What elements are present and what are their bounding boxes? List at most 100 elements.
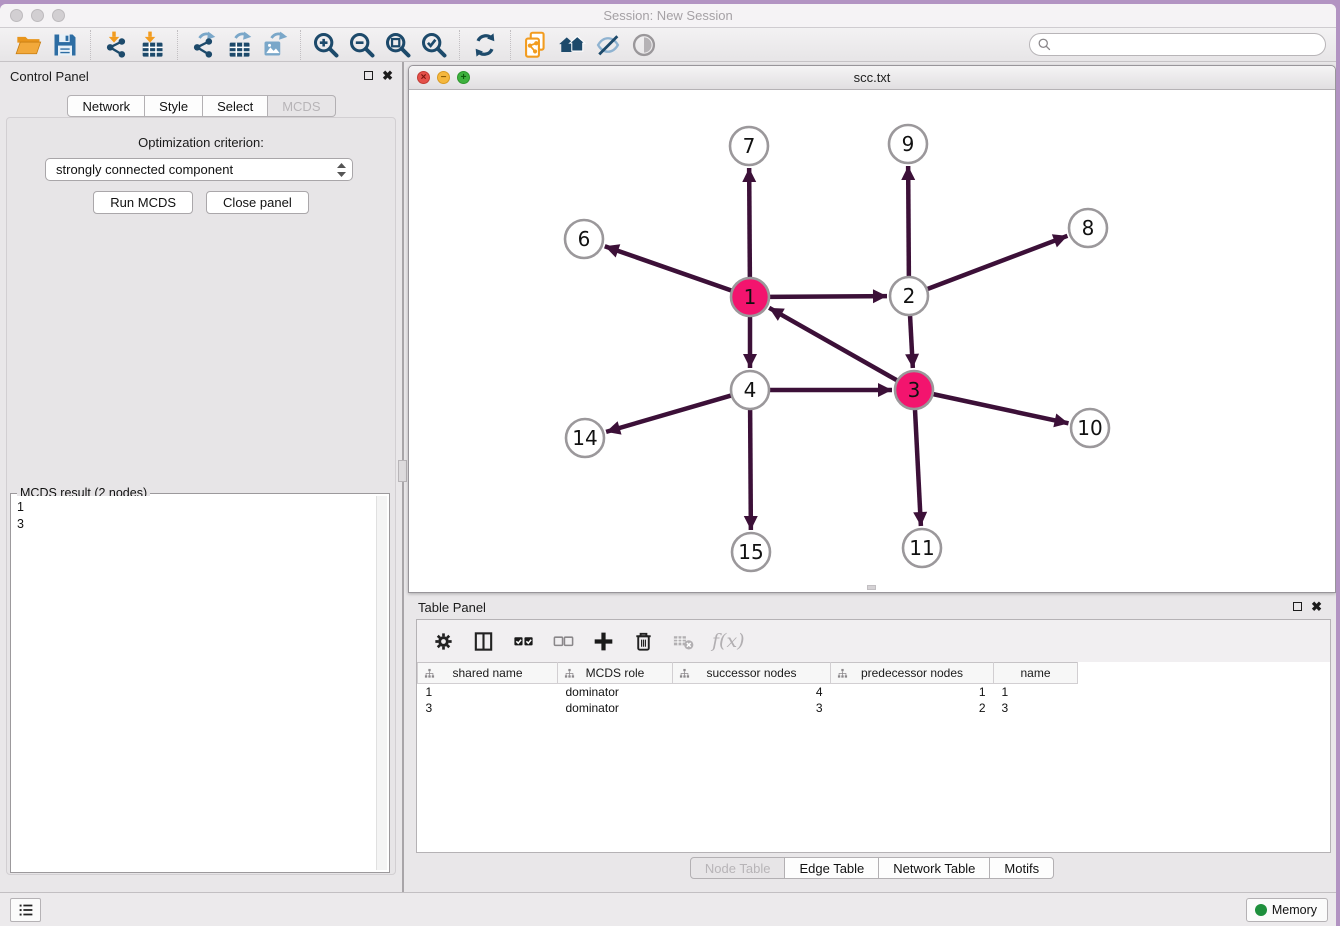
toolbar-group — [460, 30, 511, 60]
column-header-predecessor-nodes[interactable]: predecessor nodes — [831, 663, 994, 684]
splitter-grip[interactable] — [398, 460, 407, 482]
export-image-icon[interactable] — [261, 31, 289, 59]
network-window-title: scc.txt — [409, 70, 1335, 85]
select-all-rows-icon[interactable] — [512, 630, 535, 653]
table-tab-motifs[interactable]: Motifs — [990, 857, 1054, 879]
graph-edge-3-11[interactable] — [915, 409, 921, 526]
graph-node-4[interactable]: 4 — [731, 371, 769, 409]
clone-network-icon[interactable] — [522, 31, 550, 59]
tab-mcds[interactable]: MCDS — [268, 95, 335, 117]
table-row[interactable]: 3dominator323 — [418, 700, 1331, 716]
graph-edge-2-9[interactable] — [908, 166, 909, 277]
zoom-out-icon[interactable] — [348, 31, 376, 59]
graph-node-14[interactable]: 14 — [566, 419, 604, 457]
tab-style[interactable]: Style — [145, 95, 203, 117]
graph-edge-4-14[interactable] — [606, 395, 732, 432]
graph-node-3[interactable]: 3 — [895, 371, 933, 409]
memory-button[interactable]: Memory — [1246, 898, 1328, 922]
graph-node-11[interactable]: 11 — [903, 529, 941, 567]
toolbar-group — [91, 30, 178, 60]
panel-splitter[interactable] — [402, 62, 404, 892]
refresh-view-icon[interactable] — [471, 31, 499, 59]
float-table-panel-icon[interactable] — [1293, 602, 1302, 611]
toggle-columns-icon[interactable] — [472, 630, 495, 653]
export-table-icon[interactable] — [225, 31, 253, 59]
zoom-in-icon[interactable] — [312, 31, 340, 59]
float-panel-icon[interactable] — [364, 71, 373, 80]
toolbar-group — [301, 30, 460, 60]
svg-text:6: 6 — [578, 227, 591, 251]
graph-edge-1-6[interactable] — [605, 246, 732, 290]
reset-view-icon[interactable] — [558, 31, 586, 59]
graph-node-15[interactable]: 15 — [732, 533, 770, 571]
toolbar-group — [511, 30, 669, 60]
graph-edge-4-15[interactable] — [750, 409, 751, 530]
toolbar-group — [178, 30, 301, 60]
svg-text:8: 8 — [1082, 216, 1095, 240]
deselect-all-rows-icon[interactable] — [552, 630, 575, 653]
graph-edge-1-7[interactable] — [749, 168, 750, 278]
column-header-shared-name[interactable]: shared name — [418, 663, 558, 684]
table-tab-node-table[interactable]: Node Table — [690, 857, 786, 879]
graph-edge-3-10[interactable] — [933, 394, 1069, 423]
close-panel-button[interactable]: Close panel — [206, 191, 309, 214]
graph-node-9[interactable]: 9 — [889, 125, 927, 163]
network-window-titlebar: × − + scc.txt — [409, 66, 1335, 90]
mcds-result-text[interactable]: 1 3 — [13, 496, 375, 870]
result-scrollbar[interactable] — [376, 496, 387, 870]
svg-text:14: 14 — [572, 426, 597, 450]
window-title: Session: New Session — [0, 8, 1336, 23]
hide-panels-icon[interactable] — [594, 31, 622, 59]
table-tab-edge-table[interactable]: Edge Table — [785, 857, 879, 879]
criterion-select[interactable]: strongly connected component — [45, 158, 353, 181]
svg-text:3: 3 — [908, 378, 921, 402]
import-network-icon[interactable] — [102, 31, 130, 59]
column-header-MCDS-role[interactable]: MCDS role — [558, 663, 673, 684]
control-panel: Control Panel ✖ NetworkStyleSelectMCDS O… — [0, 62, 403, 892]
svg-text:4: 4 — [744, 378, 757, 402]
select-stepper-icon — [337, 163, 352, 177]
canvas-grip[interactable] — [867, 585, 876, 590]
zoom-fit-icon[interactable] — [384, 31, 412, 59]
close-table-panel-icon[interactable]: ✖ — [1311, 601, 1322, 612]
graph-node-2[interactable]: 2 — [890, 277, 928, 315]
search-input[interactable] — [1056, 36, 1325, 54]
save-session-icon[interactable] — [51, 31, 79, 59]
table-panel-header: Table Panel ✖ — [408, 593, 1336, 621]
graph-node-10[interactable]: 10 — [1071, 409, 1109, 447]
network-canvas[interactable]: 7 9 6 8 1 2 4 3 14 10 15 11 — [409, 90, 1335, 592]
task-history-button[interactable] — [10, 898, 41, 922]
delete-column-icon[interactable] — [632, 630, 655, 653]
run-mcds-button[interactable]: Run MCDS — [93, 191, 193, 214]
zoom-selected-icon[interactable] — [420, 31, 448, 59]
table-settings-icon[interactable] — [432, 630, 455, 653]
table-row[interactable]: 1dominator411 — [418, 684, 1331, 700]
graph-node-6[interactable]: 6 — [565, 220, 603, 258]
column-header-successor-nodes[interactable]: successor nodes — [673, 663, 831, 684]
graph-edge-2-8[interactable] — [927, 236, 1068, 289]
import-table-icon[interactable] — [138, 31, 166, 59]
network-graph: 7 9 6 8 1 2 4 3 14 10 15 11 — [409, 90, 1335, 592]
graph-edge-3-1[interactable] — [769, 308, 897, 381]
close-panel-icon[interactable]: ✖ — [382, 70, 393, 81]
search-box[interactable] — [1029, 33, 1326, 56]
graph-node-8[interactable]: 8 — [1069, 209, 1107, 247]
tab-select[interactable]: Select — [203, 95, 268, 117]
add-column-icon[interactable] — [592, 630, 615, 653]
graph-node-7[interactable]: 7 — [730, 127, 768, 165]
graph-edge-2-3[interactable] — [910, 315, 913, 368]
graph-node-1[interactable]: 1 — [731, 278, 769, 316]
tree-hierarchy-icon — [564, 668, 575, 682]
table-panel-title: Table Panel — [418, 600, 486, 615]
svg-text:9: 9 — [902, 132, 915, 156]
export-network-icon[interactable] — [189, 31, 217, 59]
graph-edge-1-2[interactable] — [769, 296, 887, 297]
column-header-name[interactable]: name — [994, 663, 1078, 684]
svg-text:11: 11 — [909, 536, 934, 560]
memory-label: Memory — [1272, 903, 1317, 917]
table-tab-network-table[interactable]: Network Table — [879, 857, 990, 879]
open-session-icon[interactable] — [15, 31, 43, 59]
svg-text:15: 15 — [738, 540, 763, 564]
show-panels-icon[interactable] — [630, 31, 658, 59]
tab-network[interactable]: Network — [67, 95, 145, 117]
